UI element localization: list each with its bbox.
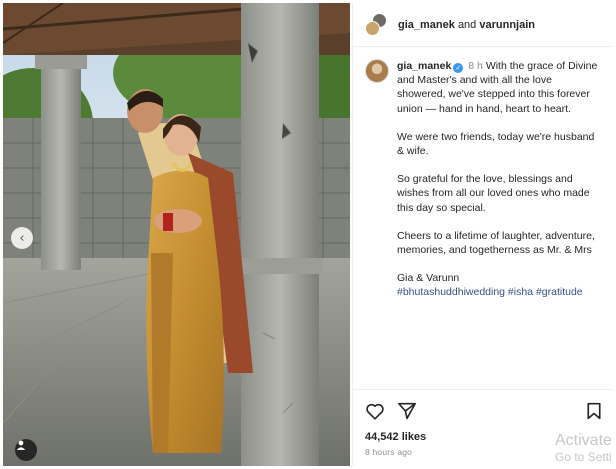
share-icon[interactable]	[397, 402, 417, 420]
post-details-panel: gia_manek and varunnjain gia_manek ✓ 8 h W…	[352, 3, 614, 466]
avatar[interactable]	[365, 59, 389, 83]
caption-body: gia_manek ✓ 8 h With the grace of Divine a…	[397, 59, 601, 300]
caption-signoff: Gia & Varunn #bhutashuddhiwedding #isha …	[397, 271, 601, 299]
watermark-title: Activate	[555, 432, 612, 449]
caption-time[interactable]: 8 h	[468, 60, 483, 72]
action-icons-row	[365, 400, 602, 422]
collab-avatars[interactable]	[365, 12, 387, 37]
avatar	[365, 20, 380, 36]
collab-usernames: gia_manek and varunnjain	[398, 19, 535, 31]
caption-hashtags[interactable]: #bhutashuddhiwedding #isha #gratitude	[397, 286, 583, 298]
carousel-prev-button[interactable]: ‹	[11, 227, 33, 249]
heart-icon[interactable]	[365, 402, 385, 420]
person-icon	[16, 440, 26, 450]
caption-username[interactable]: gia_manek	[397, 60, 451, 72]
caption-paragraph: So grateful for the love, blessings and …	[397, 173, 590, 214]
windows-activation-watermark: Activate Go to Setti	[555, 432, 612, 464]
caption-paragraph: Gia & Varunn	[397, 272, 460, 285]
post-photo[interactable]: ‹	[3, 3, 350, 466]
header-username-1[interactable]: gia_manek	[398, 19, 455, 31]
caption-paragraph: We were two friends, today we're husband…	[397, 130, 595, 158]
chevron-left-icon: ‹	[19, 230, 25, 246]
watermark-subtitle: Go to Setti	[555, 450, 612, 464]
tagged-people-button[interactable]	[15, 439, 37, 461]
caption-first-paragraph: gia_manek ✓ 8 h With the grace of Divine a…	[397, 59, 601, 116]
header-username-2[interactable]: varunnjain	[479, 19, 535, 31]
wedding-photo-image	[3, 3, 350, 466]
header-conjunction: and	[457, 18, 477, 31]
post-header: gia_manek and varunnjain	[353, 3, 613, 47]
bookmark-icon[interactable]	[586, 402, 602, 420]
caption-paragraph: Cheers to a lifetime of laughter, advent…	[397, 229, 595, 257]
caption: gia_manek ✓ 8 h With the grace of Divine a…	[353, 47, 613, 300]
verified-badge-icon: ✓	[453, 63, 464, 73]
